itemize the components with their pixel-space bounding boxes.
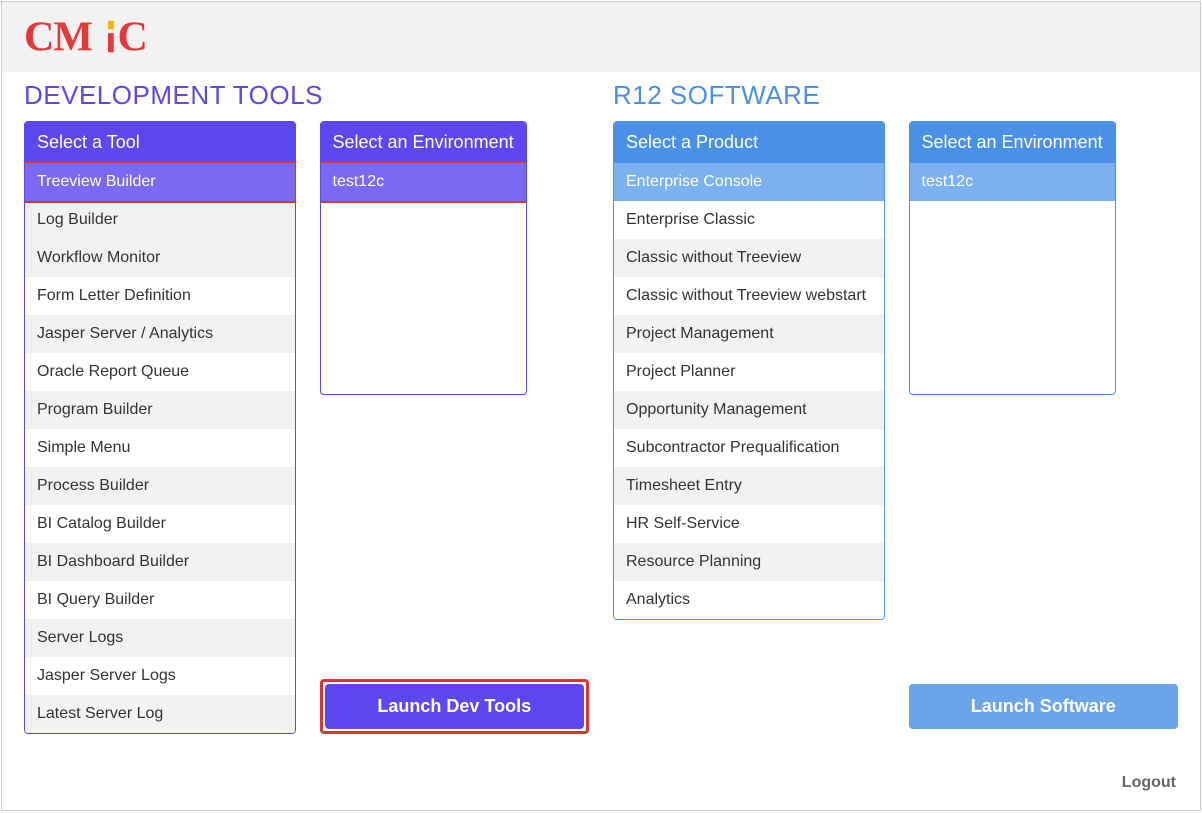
dev-tool-item[interactable]: Jasper Server Logs xyxy=(25,657,295,695)
r12-env-panel: Select an Environment test12c xyxy=(909,121,1116,395)
main-sections: DEVELOPMENT TOOLS Select a Tool Treeview… xyxy=(24,80,1178,734)
dev-tool-item[interactable]: Oracle Report Queue xyxy=(25,353,295,391)
r12-product-item[interactable]: Classic without Treeview webstart xyxy=(614,277,884,315)
spacer xyxy=(320,395,590,667)
dev-env-selected-highlight: test12c xyxy=(321,163,526,201)
svg-text:C: C xyxy=(118,16,147,58)
dev-env-column: Select an Environment test12c Launch Dev… xyxy=(320,121,590,734)
dev-env-header: Select an Environment xyxy=(321,122,526,163)
dev-tool-panel: Select a Tool Treeview Builder Log Build… xyxy=(24,121,296,734)
r12-section-title: R12 SOFTWARE xyxy=(613,80,1178,111)
dev-launch-row: Launch Dev Tools xyxy=(320,679,590,734)
r12-product-item[interactable]: Project Management xyxy=(614,315,884,353)
logout-link[interactable]: Logout xyxy=(1122,774,1176,792)
r12-product-item[interactable]: Resource Planning xyxy=(614,543,884,581)
r12-columns: Select a Product Enterprise Console Ente… xyxy=(613,121,1178,734)
dev-tool-item[interactable]: Workflow Monitor xyxy=(25,239,295,277)
cmic-logo: CM C xyxy=(24,16,1178,66)
dev-tool-item[interactable]: Program Builder xyxy=(25,391,295,429)
dev-env-panel: Select an Environment test12c xyxy=(320,121,527,395)
r12-product-item[interactable]: HR Self-Service xyxy=(614,505,884,543)
r12-product-item[interactable]: Timesheet Entry xyxy=(614,467,884,505)
dev-tool-item[interactable]: Server Logs xyxy=(25,619,295,657)
dev-section: DEVELOPMENT TOOLS Select a Tool Treeview… xyxy=(24,80,589,734)
r12-launch-row: Launch Software xyxy=(909,679,1179,734)
r12-product-item-enterprise-console[interactable]: Enterprise Console xyxy=(614,163,884,201)
r12-env-header: Select an Environment xyxy=(910,122,1115,163)
r12-env-column: Select an Environment test12c Launch Sof… xyxy=(909,121,1179,734)
dev-tool-item[interactable]: Process Builder xyxy=(25,467,295,505)
r12-product-item[interactable]: Enterprise Classic xyxy=(614,201,884,239)
r12-env-item-test12c[interactable]: test12c xyxy=(910,163,1115,201)
app-frame: CM C DEVELOPMENT TOOLS Select a Tool Tre… xyxy=(1,1,1201,811)
launch-software-button[interactable]: Launch Software xyxy=(909,684,1179,729)
r12-product-item[interactable]: Subcontractor Prequalification xyxy=(614,429,884,467)
r12-product-panel: Select a Product Enterprise Console Ente… xyxy=(613,121,885,620)
r12-product-item[interactable]: Analytics xyxy=(614,581,884,619)
r12-product-item[interactable]: Project Planner xyxy=(614,353,884,391)
dev-env-item-test12c[interactable]: test12c xyxy=(321,163,526,201)
cmic-logo-svg: CM C xyxy=(24,16,177,58)
dev-tool-item-treeview-builder[interactable]: Treeview Builder xyxy=(25,163,295,201)
r12-section: R12 SOFTWARE Select a Product Enterprise… xyxy=(613,80,1178,734)
dev-section-title: DEVELOPMENT TOOLS xyxy=(24,80,589,111)
dev-tool-selected-highlight: Treeview Builder xyxy=(25,163,295,201)
r12-product-header: Select a Product xyxy=(614,122,884,163)
dev-tool-item[interactable]: Log Builder xyxy=(25,201,295,239)
spacer xyxy=(909,395,1179,667)
launch-dev-tools-button[interactable]: Launch Dev Tools xyxy=(325,684,585,729)
dev-tool-item[interactable]: Jasper Server / Analytics xyxy=(25,315,295,353)
svg-text:CM: CM xyxy=(24,16,92,58)
dev-tool-item[interactable]: BI Dashboard Builder xyxy=(25,543,295,581)
dev-tool-item[interactable]: Simple Menu xyxy=(25,429,295,467)
dev-tool-header: Select a Tool xyxy=(25,122,295,163)
dev-tool-item[interactable]: Form Letter Definition xyxy=(25,277,295,315)
r12-product-item[interactable]: Opportunity Management xyxy=(614,391,884,429)
dev-tool-item[interactable]: Latest Server Log xyxy=(25,695,295,733)
r12-product-item[interactable]: Classic without Treeview xyxy=(614,239,884,277)
dev-columns: Select a Tool Treeview Builder Log Build… xyxy=(24,121,589,734)
dev-tool-item[interactable]: BI Catalog Builder xyxy=(25,505,295,543)
dev-launch-highlight: Launch Dev Tools xyxy=(320,679,590,734)
dev-tool-item[interactable]: BI Query Builder xyxy=(25,581,295,619)
